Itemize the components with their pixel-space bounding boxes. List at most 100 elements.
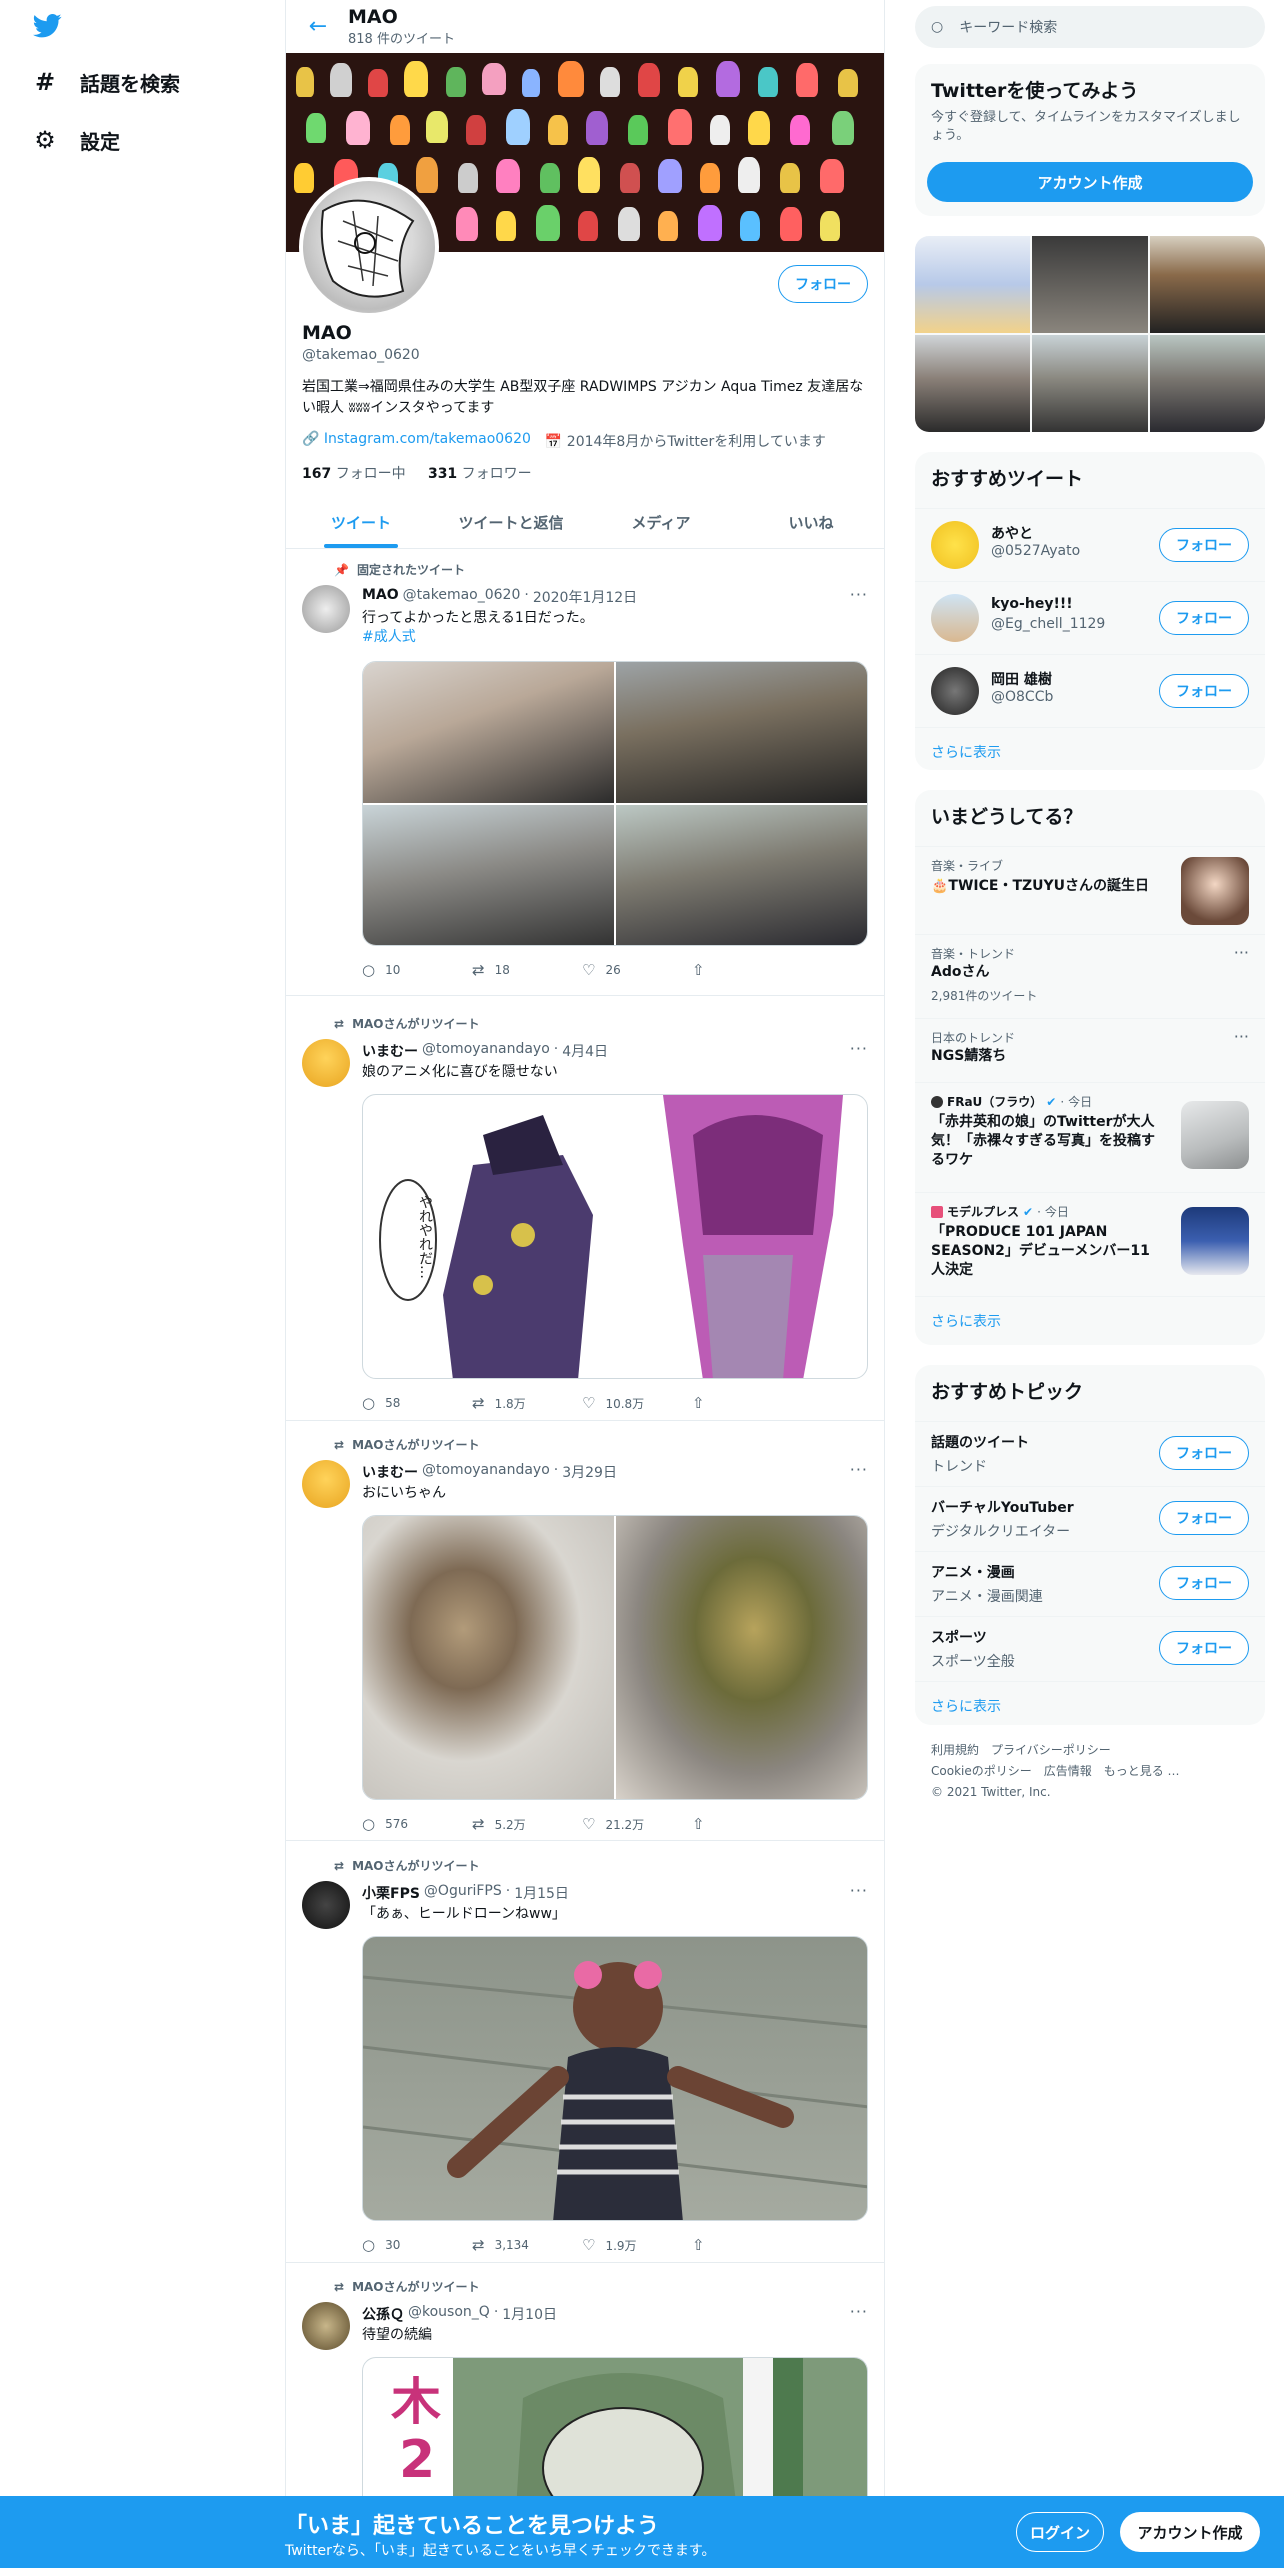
retweet-button[interactable]: ⇄ 3,134 [472, 2236, 582, 2254]
follow-button[interactable]: フォロー [1159, 1501, 1249, 1535]
topic-item[interactable]: バーチャルYouTuber デジタルクリエイター フォロー [915, 1486, 1265, 1551]
more-icon[interactable]: ··· [1234, 1027, 1249, 1046]
tab-tweets-replies[interactable]: ツイートと返信 [436, 496, 586, 548]
show-more-link[interactable]: さらに表示 [915, 1296, 1265, 1345]
tab-tweets[interactable]: ツイート [286, 496, 436, 548]
avatar[interactable] [302, 1460, 350, 1508]
tweet-media[interactable] [362, 661, 868, 946]
following-link[interactable]: 167 フォロー中 [302, 466, 406, 482]
trend-item[interactable]: 日本のトレンド NGS鯖落ち ··· [915, 1018, 1265, 1082]
nav-explore[interactable]: # 話題を検索 [32, 62, 180, 102]
more-icon[interactable]: ··· [850, 1460, 868, 1479]
tweet-date[interactable]: 1月15日 [514, 1883, 569, 1903]
bottom-signup-bar: 「いま」起きていることを見つけよう Twitterなら、「いま」起きていることを… [0, 2496, 1284, 2568]
reply-button[interactable]: ○ 576 [362, 1815, 472, 1833]
news-item[interactable]: FRaU（フラウ） ✔ · 今日 「赤井英和の娘」のTwitterが大人気！「赤… [915, 1082, 1265, 1192]
avatar[interactable] [302, 1039, 350, 1087]
footer-line[interactable]: Cookieのポリシー 広告情報 もっと見る … [931, 1761, 1180, 1782]
login-button[interactable]: ログイン [1016, 2512, 1104, 2552]
recommended-user[interactable]: 岡田 雄樹 @O8CCb フォロー [915, 654, 1265, 727]
nav-explore-label: 話題を検索 [80, 71, 180, 96]
avatar[interactable] [302, 585, 350, 633]
follow-button[interactable]: フォロー [1159, 528, 1249, 562]
reply-button[interactable]: ○ 10 [362, 961, 472, 979]
tweet-media[interactable] [362, 1515, 868, 1800]
user-handle: @0527Ayato [991, 543, 1081, 559]
trend-item[interactable]: 音楽・ライブ 🎂TWICE・TZUYUさんの誕生日 [915, 846, 1265, 934]
nav-settings[interactable]: ⚙ 設定 [32, 120, 120, 160]
like-button[interactable]: ♡ 10.8万 [582, 1394, 692, 1412]
more-icon[interactable]: ··· [850, 1039, 868, 1058]
retweet-icon: ⇄ [334, 1858, 345, 1873]
like-button[interactable]: ♡ 1.9万 [582, 2236, 692, 2254]
tab-likes[interactable]: いいね [736, 496, 884, 548]
retweet-button[interactable]: ⇄ 18 [472, 961, 582, 979]
media-grid[interactable] [915, 236, 1265, 432]
share-button[interactable]: ⇧ [692, 961, 802, 979]
retweet-button[interactable]: ⇄ 5.2万 [472, 1815, 582, 1833]
topic-item[interactable]: アニメ・漫画 アニメ・漫画関連 フォロー [915, 1551, 1265, 1616]
show-more-link[interactable]: さらに表示 [915, 727, 1265, 770]
recommended-user[interactable]: kyo-hey!!! @Eg_chell_1129 フォロー [915, 581, 1265, 654]
topic-item[interactable]: スポーツ スポーツ全般 フォロー [915, 1616, 1265, 1681]
footer-line[interactable]: 利用規約 プライバシーポリシー [931, 1740, 1180, 1761]
tweet-text: おにいちゃん [362, 1485, 446, 1501]
back-arrow-icon[interactable]: ← [300, 9, 336, 45]
reply-button[interactable]: ○ 58 [362, 1394, 472, 1412]
recommended-user[interactable]: あやと @0527Ayato フォロー [915, 508, 1265, 581]
tweet-author-name[interactable]: いまむー [362, 1462, 418, 1482]
reply-button[interactable]: ○ 30 [362, 2236, 472, 2254]
topic-item[interactable]: 話題のツイート トレンド フォロー [915, 1421, 1265, 1486]
follow-button[interactable]: フォロー [1159, 1631, 1249, 1665]
tweet-date[interactable]: 1月10日 [502, 2304, 557, 2324]
twitter-logo-icon[interactable] [30, 11, 64, 41]
follow-button[interactable]: フォロー [1159, 674, 1249, 708]
tweet-date[interactable]: 3月29日 [562, 1462, 617, 1482]
search-input[interactable]: ○ キーワード検索 [915, 6, 1265, 48]
followers-link[interactable]: 331 フォロワー [428, 466, 532, 482]
news-source: モデルプレス [947, 1205, 1020, 1219]
create-account-button[interactable]: アカウント作成 [927, 162, 1253, 202]
tweet[interactable]: ⇄ MAOさんがリツイート いまむー @tomoyanandayo · 3月29日… [286, 1428, 884, 1841]
retweet-button[interactable]: ⇄ 1.8万 [472, 1394, 582, 1412]
tweet-date[interactable]: 2020年1月12日 [533, 587, 637, 607]
more-icon[interactable]: ··· [1234, 943, 1249, 962]
profile-bio: 岩国工業⇒福岡県住みの大学生 AB型双子座 RADWIMPS アジカン Aqua… [302, 379, 864, 416]
signup-card: Twitterを使ってみよう 今すぐ登録して、タイムラインをカスタマイズしましょ… [915, 64, 1265, 216]
tweet-author-name[interactable]: MAO [362, 587, 399, 607]
like-button[interactable]: ♡ 21.2万 [582, 1815, 692, 1833]
more-icon[interactable]: ··· [850, 1881, 868, 1900]
tweet[interactable]: ⇄ MAOさんがリツイート いまむー @tomoyanandayo · 4月4日 … [286, 1007, 884, 1421]
profile-link[interactable]: Instagram.com/takemao0620 [324, 431, 531, 447]
tweet-hashtag[interactable]: #成人式 [362, 628, 416, 647]
show-more-link[interactable]: さらに表示 [915, 1681, 1265, 1725]
tweet[interactable]: ⇄ MAOさんがリツイート 公孫Ｑ @kouson_Q · 1月10日 ··· 待… [286, 2270, 884, 2500]
trend-item[interactable]: 音楽・トレンド Adoさん 2,981件のツイート ··· [915, 934, 1265, 1018]
tab-media[interactable]: メディア [586, 496, 736, 548]
tweet-media[interactable]: 木 2 [362, 2357, 868, 2500]
tweet-date[interactable]: 4月4日 [562, 1041, 608, 1061]
tweet-author-name[interactable]: いまむー [362, 1041, 418, 1061]
profile-follow-button[interactable]: フォロー [778, 265, 868, 303]
share-button[interactable]: ⇧ [692, 1394, 802, 1412]
like-button[interactable]: ♡ 26 [582, 961, 692, 979]
follow-button[interactable]: フォロー [1159, 1566, 1249, 1600]
share-button[interactable]: ⇧ [692, 2236, 802, 2254]
tweet[interactable]: ⇄ MAOさんがリツイート 小栗FPS @OguriFPS · 1月15日 ···… [286, 1849, 884, 2263]
avatar[interactable] [302, 1881, 350, 1929]
follow-button[interactable]: フォロー [1159, 601, 1249, 635]
more-icon[interactable]: ··· [850, 585, 868, 604]
heart-icon: ♡ [582, 961, 596, 979]
follow-button[interactable]: フォロー [1159, 1436, 1249, 1470]
tweet-author-name[interactable]: 公孫Ｑ [362, 2304, 404, 2324]
more-icon[interactable]: ··· [850, 2302, 868, 2321]
avatar[interactable] [302, 2302, 350, 2350]
tweet-media[interactable]: やれやれだ… [362, 1094, 868, 1379]
profile-avatar[interactable] [299, 177, 439, 317]
tweet[interactable]: 📌 固定されたツイート MAO @takemao_0620 · 2020年1月12… [286, 549, 884, 996]
share-button[interactable]: ⇧ [692, 1815, 802, 1833]
news-item[interactable]: モデルプレス ✔ · 今日 「PRODUCE 101 JAPAN SEASON2… [915, 1192, 1265, 1296]
tweet-author-name[interactable]: 小栗FPS [362, 1883, 420, 1903]
tweet-media[interactable] [362, 1936, 868, 2221]
signup-button[interactable]: アカウント作成 [1120, 2512, 1260, 2552]
